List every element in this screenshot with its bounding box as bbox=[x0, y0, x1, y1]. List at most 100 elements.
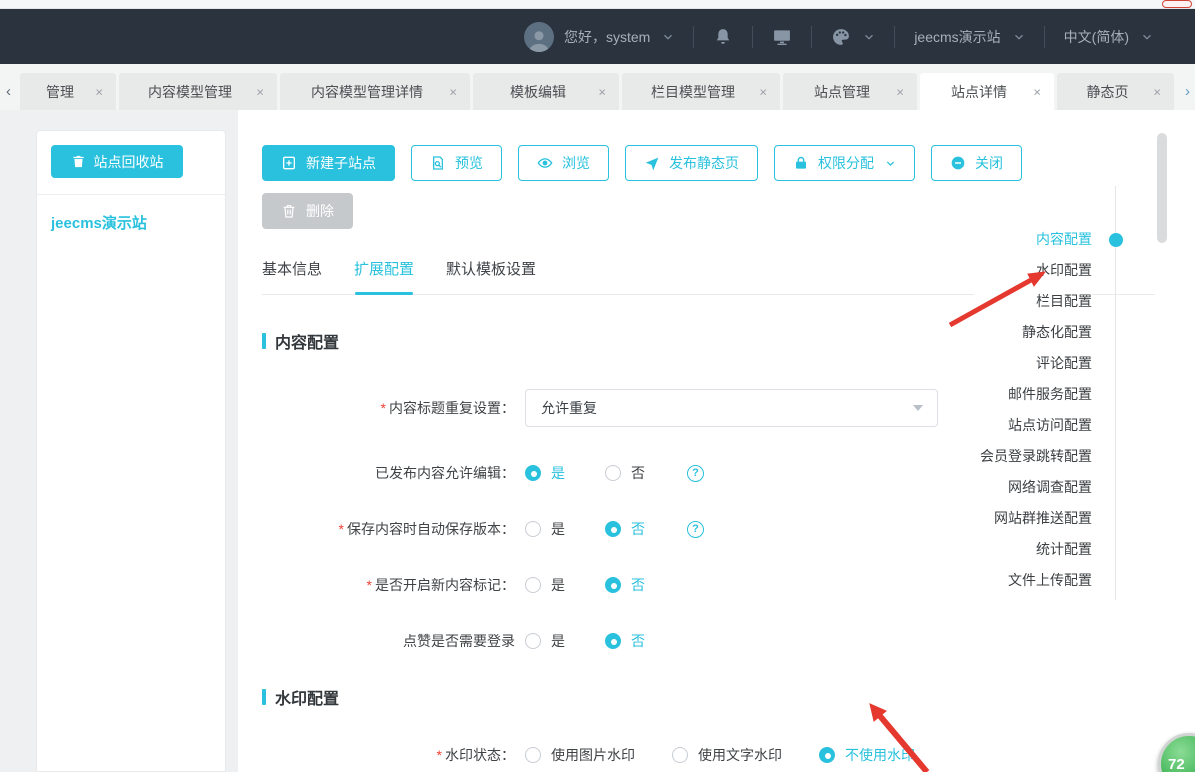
radio-option[interactable]: 否 bbox=[605, 575, 645, 595]
tab-close-icon[interactable]: × bbox=[1033, 84, 1041, 99]
anchor-item[interactable]: 网络调查配置 bbox=[980, 472, 1092, 503]
form-row: * 水印状态： 使用图片水印 使用文字水印 不使用水印 bbox=[262, 745, 1195, 765]
radio-option[interactable]: 使用文字水印 bbox=[672, 745, 782, 765]
tabs-scroll-right-icon[interactable]: › bbox=[1185, 83, 1190, 100]
radio-option[interactable]: 否 bbox=[605, 519, 645, 539]
divider bbox=[693, 25, 695, 48]
detail-tab[interactable]: 基本信息 bbox=[262, 258, 322, 279]
site-switcher[interactable]: jeecms演示站 bbox=[914, 27, 1024, 47]
anchor-item[interactable]: 内容配置 bbox=[980, 224, 1092, 255]
tab-close-icon[interactable]: × bbox=[598, 84, 606, 99]
select-box[interactable]: 允许重复 bbox=[525, 389, 938, 427]
radio-icon bbox=[525, 521, 541, 537]
radio-option[interactable]: 使用图片水印 bbox=[525, 745, 635, 765]
form-control: 是否 bbox=[525, 631, 685, 651]
form-control: 使用图片水印 使用文字水印 不使用水印 bbox=[525, 745, 952, 765]
radio-checked-icon bbox=[605, 521, 621, 537]
tab-label: 模板编辑 bbox=[510, 83, 566, 100]
tab-bar: ‹ 管理 × 内容模型管理 × 内容模型管理详情 × 模板编辑 × 栏目模型管理 × 站点管理 × 站点… bbox=[0, 64, 1195, 110]
add-site-icon bbox=[281, 155, 297, 171]
anchor-item[interactable]: 评论配置 bbox=[980, 348, 1092, 379]
form-label: 点赞是否需要登录 bbox=[403, 633, 515, 649]
tab-label: 静态页 bbox=[1086, 83, 1129, 100]
toolbar-button-label: 新建子站点 bbox=[306, 155, 376, 171]
language-switcher[interactable]: 中文(简体) bbox=[1064, 27, 1153, 47]
detail-tab[interactable]: 扩展配置 bbox=[354, 258, 414, 279]
required-asterisk: * bbox=[366, 577, 372, 593]
preview-icon bbox=[430, 155, 446, 171]
tab-item[interactable]: 内容模型管理详情 × bbox=[280, 73, 470, 110]
tab-label: 站点详情 bbox=[951, 83, 1007, 100]
tab-item[interactable]: 内容模型管理 × bbox=[119, 73, 277, 110]
radio-option[interactable]: 是 bbox=[525, 575, 565, 595]
radio-label: 否 bbox=[631, 633, 645, 649]
scrollbar-thumb[interactable] bbox=[1157, 133, 1167, 243]
tab-close-icon[interactable]: × bbox=[759, 84, 767, 99]
anchor-item[interactable]: 网站群推送配置 bbox=[980, 503, 1092, 534]
tab-label: 内容模型管理 bbox=[148, 83, 232, 100]
sidebar-card: 站点回收站 jeecms演示站 bbox=[36, 130, 226, 772]
radio-option[interactable]: 是 bbox=[525, 631, 565, 651]
tab-close-icon[interactable]: × bbox=[256, 84, 264, 99]
toolbar-button-eye[interactable]: 浏览 bbox=[518, 145, 609, 181]
tab-item[interactable]: 模板编辑 × bbox=[473, 73, 619, 110]
help-icon[interactable]: ? bbox=[687, 520, 704, 538]
radio-option[interactable]: 是 bbox=[525, 463, 565, 483]
detail-tab[interactable]: 默认模板设置 bbox=[446, 258, 536, 279]
anchor-item[interactable]: 栏目配置 bbox=[980, 286, 1092, 317]
form-label: * 内容标题重复设置： bbox=[380, 400, 515, 416]
toolbar-button-add-site[interactable]: 新建子站点 bbox=[262, 145, 395, 181]
site-recycle-label: 站点回收站 bbox=[93, 153, 164, 170]
toolbar: 新建子站点 预览 浏览 发布静态页 权限分配 关闭 bbox=[262, 145, 1195, 181]
chevron-down-icon bbox=[885, 158, 896, 169]
monitor-icon[interactable] bbox=[772, 27, 792, 47]
user-menu[interactable]: 您好，system bbox=[564, 27, 674, 47]
tab-close-icon[interactable]: × bbox=[896, 84, 904, 99]
radio-checked-icon bbox=[605, 577, 621, 593]
radio-option[interactable]: 不使用水印 bbox=[819, 745, 915, 765]
radio-option[interactable]: 是 bbox=[525, 519, 565, 539]
anchor-item[interactable]: 邮件服务配置 bbox=[980, 379, 1092, 410]
toolbar-button-label: 预览 bbox=[455, 155, 483, 171]
tabs-scroll-left-icon[interactable]: ‹ bbox=[6, 83, 11, 100]
anchor-item[interactable]: 水印配置 bbox=[980, 255, 1092, 286]
delete-button[interactable]: 删除 bbox=[262, 193, 353, 229]
divider bbox=[811, 25, 813, 48]
radio-label: 否 bbox=[631, 577, 645, 593]
tab-item[interactable]: 站点管理 × bbox=[783, 73, 917, 110]
tab-item[interactable]: 栏目模型管理 × bbox=[622, 73, 780, 110]
site-recycle-button[interactable]: 站点回收站 bbox=[51, 145, 183, 178]
tab-item[interactable]: 站点详情 × bbox=[920, 73, 1054, 110]
user-avatar-icon[interactable] bbox=[523, 21, 554, 52]
anchor-item[interactable]: 静态化配置 bbox=[980, 317, 1092, 348]
tab-item[interactable]: 静态页 × bbox=[1057, 73, 1174, 110]
theme-menu[interactable] bbox=[831, 27, 875, 47]
tab-close-icon[interactable]: × bbox=[449, 84, 457, 99]
radio-option[interactable]: 否 bbox=[605, 631, 645, 651]
sidebar-site-item[interactable]: jeecms演示站 bbox=[37, 195, 225, 250]
section-title: 水印配置 bbox=[262, 685, 1195, 709]
divider bbox=[752, 25, 754, 48]
radio-icon bbox=[525, 747, 541, 763]
anchor-item[interactable]: 统计配置 bbox=[980, 534, 1092, 565]
language-label: 中文(简体) bbox=[1063, 28, 1129, 45]
tab-close-icon[interactable]: × bbox=[1153, 84, 1161, 99]
tab-close-icon[interactable]: × bbox=[95, 84, 103, 99]
toolbar-button-send[interactable]: 发布静态页 bbox=[625, 145, 758, 181]
help-icon[interactable]: ? bbox=[687, 464, 704, 482]
anchor-item[interactable]: 站点访问配置 bbox=[980, 410, 1092, 441]
anchor-item[interactable]: 会员登录跳转配置 bbox=[980, 441, 1092, 472]
toolbar-button-minus-circle[interactable]: 关闭 bbox=[931, 145, 1022, 181]
tab-item[interactable]: 管理 × bbox=[20, 73, 116, 110]
bell-icon[interactable] bbox=[713, 27, 733, 47]
divider bbox=[894, 25, 896, 48]
minus-circle-icon bbox=[950, 155, 966, 171]
caret-down-icon bbox=[913, 405, 923, 411]
page: 您好，system jeecms演示站 中文(简体) ‹ 管理 × 内容模型管理… bbox=[0, 0, 1195, 772]
radio-option[interactable]: 否 bbox=[605, 463, 645, 483]
tab-label: 站点管理 bbox=[814, 83, 870, 100]
radio-icon bbox=[672, 747, 688, 763]
anchor-item[interactable]: 文件上传配置 bbox=[980, 565, 1092, 596]
toolbar-button-preview[interactable]: 预览 bbox=[411, 145, 502, 181]
toolbar-button-lock[interactable]: 权限分配 bbox=[774, 145, 915, 181]
